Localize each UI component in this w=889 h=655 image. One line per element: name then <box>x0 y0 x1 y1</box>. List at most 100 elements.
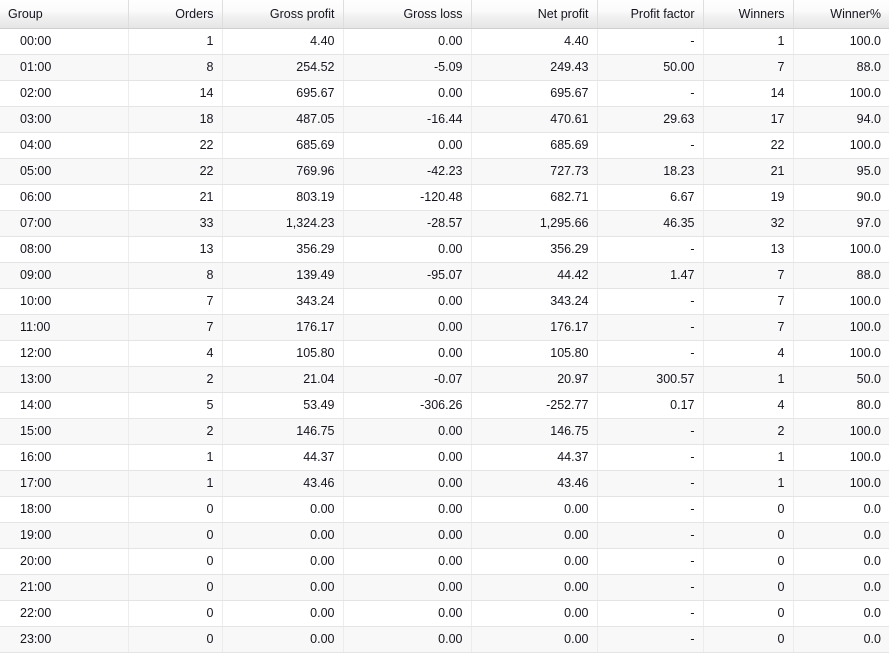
cell-profit_factor: - <box>597 236 704 263</box>
cell-group: 17:00 <box>0 470 129 497</box>
cell-winner_pct: 100.0 <box>793 236 889 263</box>
column-header-net_profit[interactable]: Net profit <box>471 0 598 29</box>
cell-net_profit: 0.00 <box>471 626 598 653</box>
table-row[interactable]: 16:00 1 44.37 0.00 44.37-1 100.0 <box>0 444 889 471</box>
table-row[interactable]: 11:00 7 176.17 0.00 176.17-7 100.0 <box>0 314 889 341</box>
cell-winners: 4 <box>703 340 794 367</box>
table-row[interactable]: 19:00 0 0.00 0.00 0.00-0 0.0 <box>0 522 889 549</box>
cell-winner_pct: 100.0 <box>793 80 889 107</box>
table-row[interactable]: 13:00 2 21.04 -0.07 20.97 300.57 1 50.0 <box>0 366 889 393</box>
table-row[interactable]: 15:00 2 146.75 0.00 146.75-2 100.0 <box>0 418 889 445</box>
table-row[interactable]: 12:00 4 105.80 0.00 105.80-4 100.0 <box>0 340 889 367</box>
cell-net_profit: 343.24 <box>471 288 598 315</box>
cell-orders: 0 <box>128 574 223 601</box>
cell-gross_profit: 43.46 <box>222 470 344 497</box>
table-row[interactable]: 22:00 0 0.00 0.00 0.00-0 0.0 <box>0 600 889 627</box>
column-header-orders[interactable]: Orders <box>128 0 223 29</box>
cell-group: 19:00 <box>0 522 129 549</box>
cell-profit_factor: - <box>597 288 704 315</box>
cell-net_profit: 695.67 <box>471 80 598 107</box>
column-header-gross_profit[interactable]: Gross profit <box>222 0 344 29</box>
cell-net_profit: 0.00 <box>471 496 598 523</box>
table-row[interactable]: 02:00 14 695.67 0.00 695.67-14 100.0 <box>0 80 889 107</box>
cell-winners: 0 <box>703 574 794 601</box>
cell-gross_loss: 0.00 <box>343 496 472 523</box>
table-row[interactable]: 01:00 8 254.52 -5.09 249.43 50.00 7 88.0 <box>0 54 889 81</box>
cell-gross_profit: 176.17 <box>222 314 344 341</box>
cell-winners: 14 <box>703 80 794 107</box>
cell-winner_pct: 0.0 <box>793 548 889 575</box>
table-row[interactable]: 00:00 1 4.40 0.00 4.40-1 100.0 <box>0 28 889 55</box>
cell-orders: 13 <box>128 236 223 263</box>
cell-orders: 1 <box>128 470 223 497</box>
cell-group: 04:00 <box>0 132 129 159</box>
table-row[interactable]: 17:00 1 43.46 0.00 43.46-1 100.0 <box>0 470 889 497</box>
cell-net_profit: 0.00 <box>471 548 598 575</box>
table-row[interactable]: 08:00 13 356.29 0.00 356.29-13 100.0 <box>0 236 889 263</box>
cell-orders: 8 <box>128 54 223 81</box>
cell-gross_profit: 1,324.23 <box>222 210 344 237</box>
column-header-group[interactable]: Group <box>0 0 129 29</box>
cell-net_profit: 44.37 <box>471 444 598 471</box>
table-row[interactable]: 18:00 0 0.00 0.00 0.00-0 0.0 <box>0 496 889 523</box>
table-row[interactable]: 07:00 33 1,324.23 -28.57 1,295.66 46.35 32 97.0 <box>0 210 889 237</box>
cell-group: 13:00 <box>0 366 129 393</box>
cell-net_profit: 0.00 <box>471 600 598 627</box>
table-row[interactable]: 14:00 5 53.49 -306.26 -252.77 0.17 4 80.0 <box>0 392 889 419</box>
cell-gross_loss: 0.00 <box>343 314 472 341</box>
cell-gross_loss: 0.00 <box>343 626 472 653</box>
cell-group: 06:00 <box>0 184 129 211</box>
cell-winner_pct: 100.0 <box>793 340 889 367</box>
column-header-winners[interactable]: Winners <box>703 0 794 29</box>
cell-gross_profit: 343.24 <box>222 288 344 315</box>
cell-orders: 1 <box>128 444 223 471</box>
cell-orders: 21 <box>128 184 223 211</box>
table-row[interactable]: 06:00 21 803.19 -120.48 682.71 6.67 19 90.0 <box>0 184 889 211</box>
cell-profit_factor: 6.67 <box>597 184 704 211</box>
cell-gross_profit: 0.00 <box>222 548 344 575</box>
cell-winner_pct: 100.0 <box>793 444 889 471</box>
cell-winner_pct: 100.0 <box>793 470 889 497</box>
column-header-profit_factor[interactable]: Profit factor <box>597 0 704 29</box>
cell-winners: 19 <box>703 184 794 211</box>
cell-gross_loss: 0.00 <box>343 574 472 601</box>
cell-gross_loss: 0.00 <box>343 470 472 497</box>
cell-winners: 4 <box>703 392 794 419</box>
table-row[interactable]: 09:00 8 139.49 -95.07 44.42 1.47 7 88.0 <box>0 262 889 289</box>
cell-net_profit: 1,295.66 <box>471 210 598 237</box>
cell-group: 18:00 <box>0 496 129 523</box>
cell-group: 08:00 <box>0 236 129 263</box>
cell-gross_profit: 487.05 <box>222 106 344 133</box>
column-header-gross_loss[interactable]: Gross loss <box>343 0 472 29</box>
cell-profit_factor: - <box>597 522 704 549</box>
cell-winner_pct: 0.0 <box>793 574 889 601</box>
cell-gross_profit: 254.52 <box>222 54 344 81</box>
cell-orders: 14 <box>128 80 223 107</box>
table-row[interactable]: 20:00 0 0.00 0.00 0.00-0 0.0 <box>0 548 889 575</box>
table-row[interactable]: 21:00 0 0.00 0.00 0.00-0 0.0 <box>0 574 889 601</box>
cell-winners: 7 <box>703 314 794 341</box>
cell-winners: 1 <box>703 28 794 55</box>
column-header-winner_pct[interactable]: Winner% <box>793 0 889 29</box>
table-row[interactable]: 23:00 0 0.00 0.00 0.00-0 0.0 <box>0 626 889 653</box>
table-row[interactable]: 10:00 7 343.24 0.00 343.24-7 100.0 <box>0 288 889 315</box>
cell-winners: 0 <box>703 548 794 575</box>
table-row[interactable]: 04:00 22 685.69 0.00 685.69-22 100.0 <box>0 132 889 159</box>
cell-net_profit: 682.71 <box>471 184 598 211</box>
cell-winner_pct: 88.0 <box>793 262 889 289</box>
cell-gross_loss: 0.00 <box>343 236 472 263</box>
cell-orders: 0 <box>128 522 223 549</box>
cell-gross_loss: -42.23 <box>343 158 472 185</box>
cell-gross_profit: 21.04 <box>222 366 344 393</box>
cell-winner_pct: 50.0 <box>793 366 889 393</box>
table-row[interactable]: 03:00 18 487.05 -16.44 470.61 29.63 17 94.0 <box>0 106 889 133</box>
table-row[interactable]: 05:00 22 769.96 -42.23 727.73 18.23 21 95.0 <box>0 158 889 185</box>
cell-group: 00:00 <box>0 28 129 55</box>
cell-gross_profit: 685.69 <box>222 132 344 159</box>
cell-gross_profit: 105.80 <box>222 340 344 367</box>
cell-gross_loss: -16.44 <box>343 106 472 133</box>
cell-winner_pct: 0.0 <box>793 600 889 627</box>
cell-winners: 0 <box>703 626 794 653</box>
cell-orders: 7 <box>128 314 223 341</box>
cell-profit_factor: - <box>597 600 704 627</box>
